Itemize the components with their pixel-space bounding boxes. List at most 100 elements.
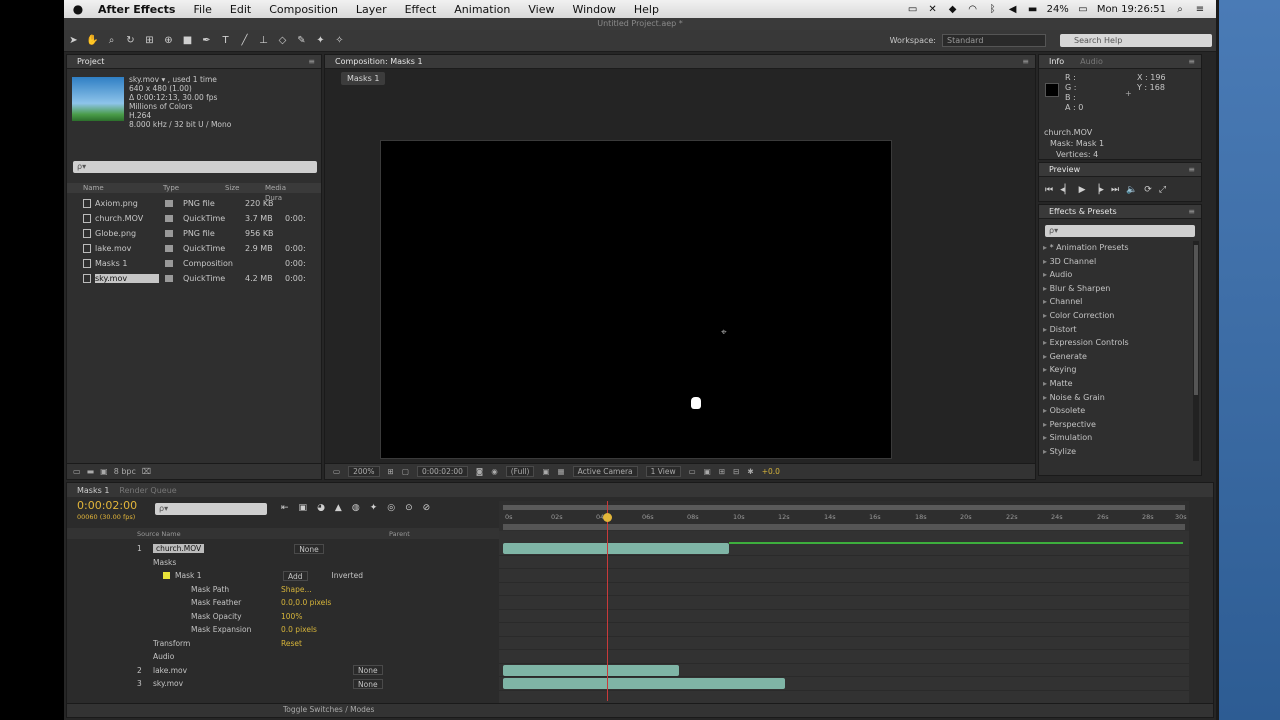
- comp-mini-flowchart-icon[interactable]: ⇤: [281, 503, 289, 513]
- tool-icon[interactable]: ✕: [927, 4, 939, 15]
- mask-name[interactable]: Mask 1: [175, 571, 283, 580]
- effect-category[interactable]: Generate: [1043, 350, 1191, 364]
- flowchart-icon[interactable]: ⊟: [733, 467, 739, 476]
- apple-menu-icon[interactable]: ●: [64, 2, 92, 16]
- playhead-handle-icon[interactable]: [603, 513, 612, 522]
- puppet-tool-icon[interactable]: ✦: [311, 35, 330, 46]
- menu-effect[interactable]: Effect: [396, 3, 446, 16]
- menu-layer[interactable]: Layer: [347, 3, 396, 16]
- timeline-timecode[interactable]: 0:00:02:00: [77, 499, 137, 512]
- layer-1-duration-bar[interactable]: [503, 543, 729, 554]
- next-frame-icon[interactable]: ▕▸: [1092, 185, 1103, 195]
- previous-frame-icon[interactable]: ◂▏: [1060, 185, 1071, 195]
- label-color[interactable]: [165, 215, 173, 222]
- region-of-interest-icon[interactable]: ▣: [542, 467, 549, 476]
- loop-icon[interactable]: ⟳: [1144, 185, 1152, 195]
- mask-opacity-row[interactable]: Mask Opacity 100%: [67, 610, 499, 624]
- frame-blending-icon[interactable]: ▲: [335, 503, 342, 513]
- menu-edit[interactable]: Edit: [221, 3, 260, 16]
- zoom-tool-icon[interactable]: ⌕: [102, 35, 121, 46]
- panel-menu-icon[interactable]: ≡: [1188, 207, 1195, 216]
- time-navigator[interactable]: [503, 524, 1185, 530]
- brainstorm-icon[interactable]: ✦: [370, 503, 378, 513]
- effect-category[interactable]: 3D Channel: [1043, 255, 1191, 269]
- fast-preview-icon[interactable]: ▣: [704, 467, 711, 476]
- interpret-footage-icon[interactable]: ▭: [73, 467, 81, 476]
- tab-audio[interactable]: Audio: [1076, 57, 1107, 66]
- project-item[interactable]: lake.mov QuickTime 2.9 MB 0:00:: [67, 241, 321, 256]
- camera-dropdown[interactable]: Active Camera: [572, 466, 638, 477]
- new-folder-icon[interactable]: ▬: [87, 467, 95, 476]
- transform-row[interactable]: Transform Reset: [67, 637, 499, 651]
- menu-app-name[interactable]: After Effects: [92, 3, 184, 16]
- effect-category[interactable]: * Animation Presets: [1043, 241, 1191, 255]
- first-frame-icon[interactable]: ⏮: [1045, 185, 1053, 195]
- tab-effects-presets[interactable]: Effects & Presets: [1045, 207, 1121, 216]
- motion-blur-icon[interactable]: ◍: [352, 503, 360, 513]
- rotation-tool-icon[interactable]: ↻: [121, 35, 140, 46]
- panel-menu-icon[interactable]: ≡: [1188, 165, 1195, 174]
- col-size[interactable]: Size: [225, 183, 265, 193]
- mask-visibility-icon[interactable]: ▢: [402, 467, 409, 476]
- new-composition-icon[interactable]: ▣: [100, 467, 108, 476]
- pixel-aspect-icon[interactable]: ▭: [689, 467, 696, 476]
- graph-editor-icon[interactable]: ◎: [387, 503, 395, 513]
- tab-info[interactable]: Info: [1045, 57, 1068, 66]
- effect-category[interactable]: Simulation: [1043, 431, 1191, 445]
- tab-project[interactable]: Project: [73, 57, 108, 66]
- brush-tool-icon[interactable]: ╱: [235, 35, 254, 46]
- current-time-indicator[interactable]: [607, 501, 608, 701]
- effect-category[interactable]: Audio: [1043, 268, 1191, 282]
- project-item[interactable]: Masks 1 Composition 0:00:: [67, 256, 321, 271]
- layer-row[interactable]: 2 lake.mov None: [67, 664, 499, 678]
- bit-depth-label[interactable]: 8 bpc: [114, 467, 136, 476]
- toggle-switches-modes-button[interactable]: Toggle Switches / Modes: [283, 705, 374, 714]
- view-layout-dropdown[interactable]: 1 View: [645, 466, 681, 477]
- effect-category[interactable]: Perspective: [1043, 418, 1191, 432]
- spotlight-icon[interactable]: ⌕: [1174, 4, 1186, 15]
- effect-category[interactable]: Noise & Grain: [1043, 391, 1191, 405]
- hand-tool-icon[interactable]: ✋: [83, 35, 102, 46]
- mute-audio-icon[interactable]: 🔈: [1126, 185, 1137, 195]
- layer-3-duration-bar[interactable]: [503, 678, 785, 689]
- flag-icon[interactable]: ▬: [1027, 4, 1039, 15]
- project-item[interactable]: Axiom.png PNG file 220 KB: [67, 196, 321, 211]
- menu-animation[interactable]: Animation: [445, 3, 519, 16]
- menu-view[interactable]: View: [519, 3, 563, 16]
- wifi-icon[interactable]: ◠: [967, 4, 979, 15]
- bluetooth-icon[interactable]: ᛒ: [987, 4, 999, 15]
- mask-expansion-row[interactable]: Mask Expansion 0.0 pixels: [67, 623, 499, 637]
- label-color[interactable]: [165, 230, 173, 237]
- effect-category[interactable]: Distort: [1043, 323, 1191, 337]
- shy-icon[interactable]: ◕: [317, 503, 325, 513]
- mask-expansion-value[interactable]: 0.0 pixels: [281, 625, 317, 634]
- search-help-input[interactable]: Search Help: [1060, 34, 1212, 47]
- safe-zones-icon[interactable]: ⊞: [388, 467, 394, 476]
- menu-clock[interactable]: Mon 19:26:51: [1097, 4, 1166, 15]
- pin-tool-icon[interactable]: ✧: [330, 35, 349, 46]
- effect-category[interactable]: Channel: [1043, 295, 1191, 309]
- mask-mode-dropdown[interactable]: Add: [283, 570, 308, 581]
- col-name[interactable]: Name: [67, 183, 163, 193]
- layer-name[interactable]: church.MOV: [153, 544, 205, 554]
- parent-dropdown[interactable]: None: [294, 543, 324, 554]
- mask-path-value[interactable]: Shape...: [281, 585, 312, 594]
- mask-path-row[interactable]: Mask Path Shape...: [67, 583, 499, 597]
- workspace-dropdown[interactable]: Standard: [942, 34, 1046, 47]
- footage-name[interactable]: sky.mov ▾ , used 1 time: [129, 75, 231, 84]
- project-item[interactable]: church.MOV QuickTime 3.7 MB 0:00:: [67, 211, 321, 226]
- label-color[interactable]: [165, 200, 173, 207]
- selection-tool-icon[interactable]: ➤: [64, 35, 83, 46]
- effects-search-input[interactable]: ρ▾: [1045, 225, 1195, 237]
- eraser-tool-icon[interactable]: ◇: [273, 35, 292, 46]
- shield-icon[interactable]: ◆: [947, 4, 959, 15]
- effects-scrollbar[interactable]: [1193, 241, 1199, 461]
- last-frame-icon[interactable]: ⏭: [1111, 185, 1119, 195]
- panel-menu-icon[interactable]: ≡: [308, 57, 315, 66]
- play-icon[interactable]: ▶: [1079, 185, 1086, 195]
- work-area-bar[interactable]: [503, 505, 1185, 510]
- layer-name[interactable]: lake.mov: [153, 666, 265, 675]
- timeline-search-input[interactable]: ρ▾: [155, 503, 267, 515]
- mask-inverted-checkbox[interactable]: Inverted: [332, 571, 363, 580]
- live-update-icon[interactable]: ⊘: [423, 503, 431, 513]
